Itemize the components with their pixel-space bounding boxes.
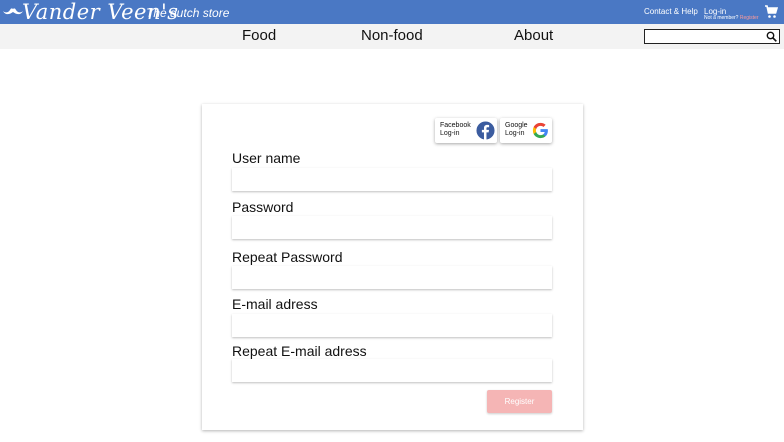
repeat-email-field[interactable] <box>232 359 552 382</box>
search-input[interactable] <box>647 31 763 42</box>
member-prompt: Not a member? Register <box>704 15 758 21</box>
facebook-icon <box>476 121 495 140</box>
register-link[interactable]: Register <box>740 15 759 21</box>
shopping-cart-icon[interactable] <box>764 5 778 19</box>
google-login-line2: Log-in <box>505 130 525 137</box>
search-box <box>644 29 780 44</box>
google-icon <box>532 122 548 139</box>
main-nav-bar: Food Non-food About <box>0 24 784 49</box>
password-field[interactable] <box>232 216 552 239</box>
register-button[interactable]: Register <box>487 390 552 413</box>
username-label: User name <box>232 150 301 166</box>
nav-item-non-food[interactable]: Non-food <box>361 27 423 45</box>
search-icon[interactable] <box>766 31 777 42</box>
facebook-login-button[interactable]: Facebook Log-in <box>435 118 497 143</box>
nav-item-about[interactable]: About <box>514 27 553 45</box>
contact-help-link[interactable]: Contact & Help <box>644 7 698 17</box>
mustache-icon[interactable] <box>2 5 24 19</box>
member-prompt-text: Not a member? <box>704 15 740 21</box>
registration-card: Facebook Log-in Google Log-in User name Pa… <box>202 104 583 430</box>
facebook-login-label: Facebook Log-in <box>440 122 471 138</box>
google-login-button[interactable]: Google Log-in <box>500 118 552 143</box>
facebook-login-line2: Log-in <box>440 130 460 137</box>
repeat-email-label: Repeat E-mail adress <box>232 343 367 359</box>
facebook-login-line1: Facebook <box>440 122 471 129</box>
repeat-password-field[interactable] <box>232 266 552 289</box>
password-label: Password <box>232 199 294 215</box>
username-field[interactable] <box>232 168 552 191</box>
repeat-password-label: Repeat Password <box>232 249 343 265</box>
brand-tagline: The dutch store <box>146 6 230 20</box>
top-header-bar: Vander Veen's The dutch store Contact & … <box>0 0 784 24</box>
email-label: E-mail adress <box>232 296 318 312</box>
google-login-line1: Google <box>505 122 528 129</box>
email-field[interactable] <box>232 314 552 337</box>
google-login-label: Google Log-in <box>505 122 528 138</box>
nav-item-food[interactable]: Food <box>242 27 276 45</box>
